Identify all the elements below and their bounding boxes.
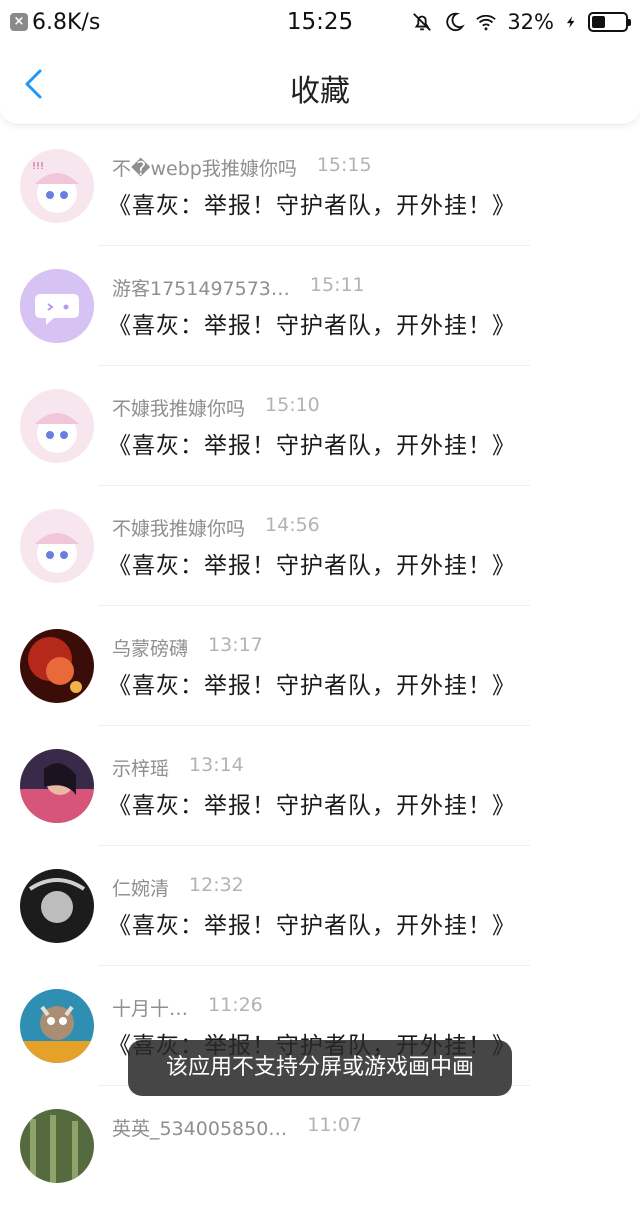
item-meta: 不�webp我推嫝你吗 15:15 xyxy=(112,154,372,181)
battery-icon xyxy=(588,12,631,32)
user-name[interactable]: 不嫝我推嫝你吗 xyxy=(112,394,245,421)
avatar[interactable] xyxy=(20,749,94,823)
page-title: 收藏 xyxy=(290,74,350,109)
favorite-text[interactable]: 《喜灰：举报！守护者队，开外挂！》 xyxy=(108,426,516,460)
timestamp: 11:26 xyxy=(208,994,263,1016)
timestamp: 15:15 xyxy=(316,154,372,176)
timestamp: 13:17 xyxy=(208,634,263,656)
user-name[interactable]: 十月十… xyxy=(112,994,188,1021)
timestamp: 15:10 xyxy=(265,394,320,416)
status-bar: × 6.8K/s 15:25 32% xyxy=(0,0,640,44)
user-name[interactable]: 仁婉清 xyxy=(112,874,169,901)
avatar[interactable] xyxy=(20,269,94,343)
wifi-icon xyxy=(476,14,497,31)
svg-text:!!!: !!! xyxy=(32,161,44,172)
timestamp: 12:32 xyxy=(189,874,244,896)
item-meta: 英英_534005850… 11:07 xyxy=(112,1114,362,1141)
avatar[interactable]: !!! xyxy=(20,149,94,223)
favorite-text[interactable]: 《喜灰：举报！守护者队，开外挂！》 xyxy=(108,186,516,220)
user-name[interactable]: 示梓瑶 xyxy=(112,754,169,781)
list-item[interactable]: !!! 不�webp我推嫝你吗 15:15 《喜灰：举报！守护者队，开外挂！》 xyxy=(0,126,640,246)
favorite-text[interactable]: 《喜灰：举报！守护者队，开外挂！》 xyxy=(108,786,516,820)
timestamp: 13:14 xyxy=(189,754,244,776)
item-meta: 游客1751497573… 15:11 xyxy=(112,274,365,301)
avatar[interactable] xyxy=(20,629,94,703)
item-meta: 乌蒙磅礴 13:17 xyxy=(112,634,263,661)
favorite-text[interactable]: 《喜灰：举报！守护者队，开外挂！》 xyxy=(108,546,516,580)
list-item[interactable]: 不嫝我推嫝你吗 14:56 《喜灰：举报！守护者队，开外挂！》 xyxy=(0,486,640,606)
timestamp: 14:56 xyxy=(265,514,320,536)
item-meta: 十月十… 11:26 xyxy=(112,994,263,1021)
charging-icon xyxy=(566,16,575,28)
favorite-text[interactable]: 《喜灰：举报！守护者队，开外挂！》 xyxy=(108,666,516,700)
timestamp: 11:07 xyxy=(307,1114,363,1136)
bell-muted-icon xyxy=(413,13,432,31)
user-name[interactable]: 乌蒙磅礴 xyxy=(112,634,188,661)
item-meta: 示梓瑶 13:14 xyxy=(112,754,244,781)
user-name[interactable]: 不嫝我推嫝你吗 xyxy=(112,514,245,541)
close-notification-icon: × xyxy=(10,13,28,31)
avatar[interactable] xyxy=(20,869,94,943)
user-name[interactable]: 不�webp我推嫝你吗 xyxy=(112,154,297,181)
item-meta: 仁婉清 12:32 xyxy=(112,874,244,901)
list-item[interactable]: 不嫝我推嫝你吗 15:10 《喜灰：举报！守护者队，开外挂！》 xyxy=(0,366,640,486)
avatar[interactable] xyxy=(20,989,94,1063)
list-item[interactable]: 英英_534005850… 11:07 xyxy=(0,1086,640,1206)
moon-icon xyxy=(446,12,466,32)
favorite-text[interactable]: 《喜灰：举报！守护者队，开外挂！》 xyxy=(108,306,516,340)
status-bar-left: × 6.8K/s xyxy=(0,10,100,35)
list-item[interactable]: 示梓瑶 13:14 《喜灰：举报！守护者队，开外挂！》 xyxy=(0,726,640,846)
avatar[interactable] xyxy=(20,1109,94,1183)
item-meta: 不嫝我推嫝你吗 15:10 xyxy=(112,394,320,421)
item-meta: 不嫝我推嫝你吗 14:56 xyxy=(112,514,320,541)
battery-percent: 32% xyxy=(507,10,554,34)
favorite-text[interactable]: 《喜灰：举报！守护者队，开外挂！》 xyxy=(108,906,516,940)
network-speed: 6.8K/s xyxy=(32,9,101,35)
list-item[interactable]: 仁婉清 12:32 《喜灰：举报！守护者队，开外挂！》 xyxy=(0,846,640,966)
toast-message: 该应用不支持分屏或游戏画中画 xyxy=(128,1040,512,1096)
avatar[interactable] xyxy=(20,389,94,463)
status-bar-right: 32% xyxy=(411,10,640,34)
user-name[interactable]: 游客1751497573… xyxy=(112,274,290,301)
timestamp: 15:11 xyxy=(309,274,365,296)
user-name[interactable]: 英英_534005850… xyxy=(112,1114,287,1141)
avatar[interactable] xyxy=(20,509,94,583)
list-item[interactable]: 游客1751497573… 15:11 《喜灰：举报！守护者队，开外挂！》 xyxy=(0,246,640,366)
nav-bar: 收藏 xyxy=(0,44,640,125)
list-item[interactable]: 乌蒙磅礴 13:17 《喜灰：举报！守护者队，开外挂！》 xyxy=(0,606,640,726)
